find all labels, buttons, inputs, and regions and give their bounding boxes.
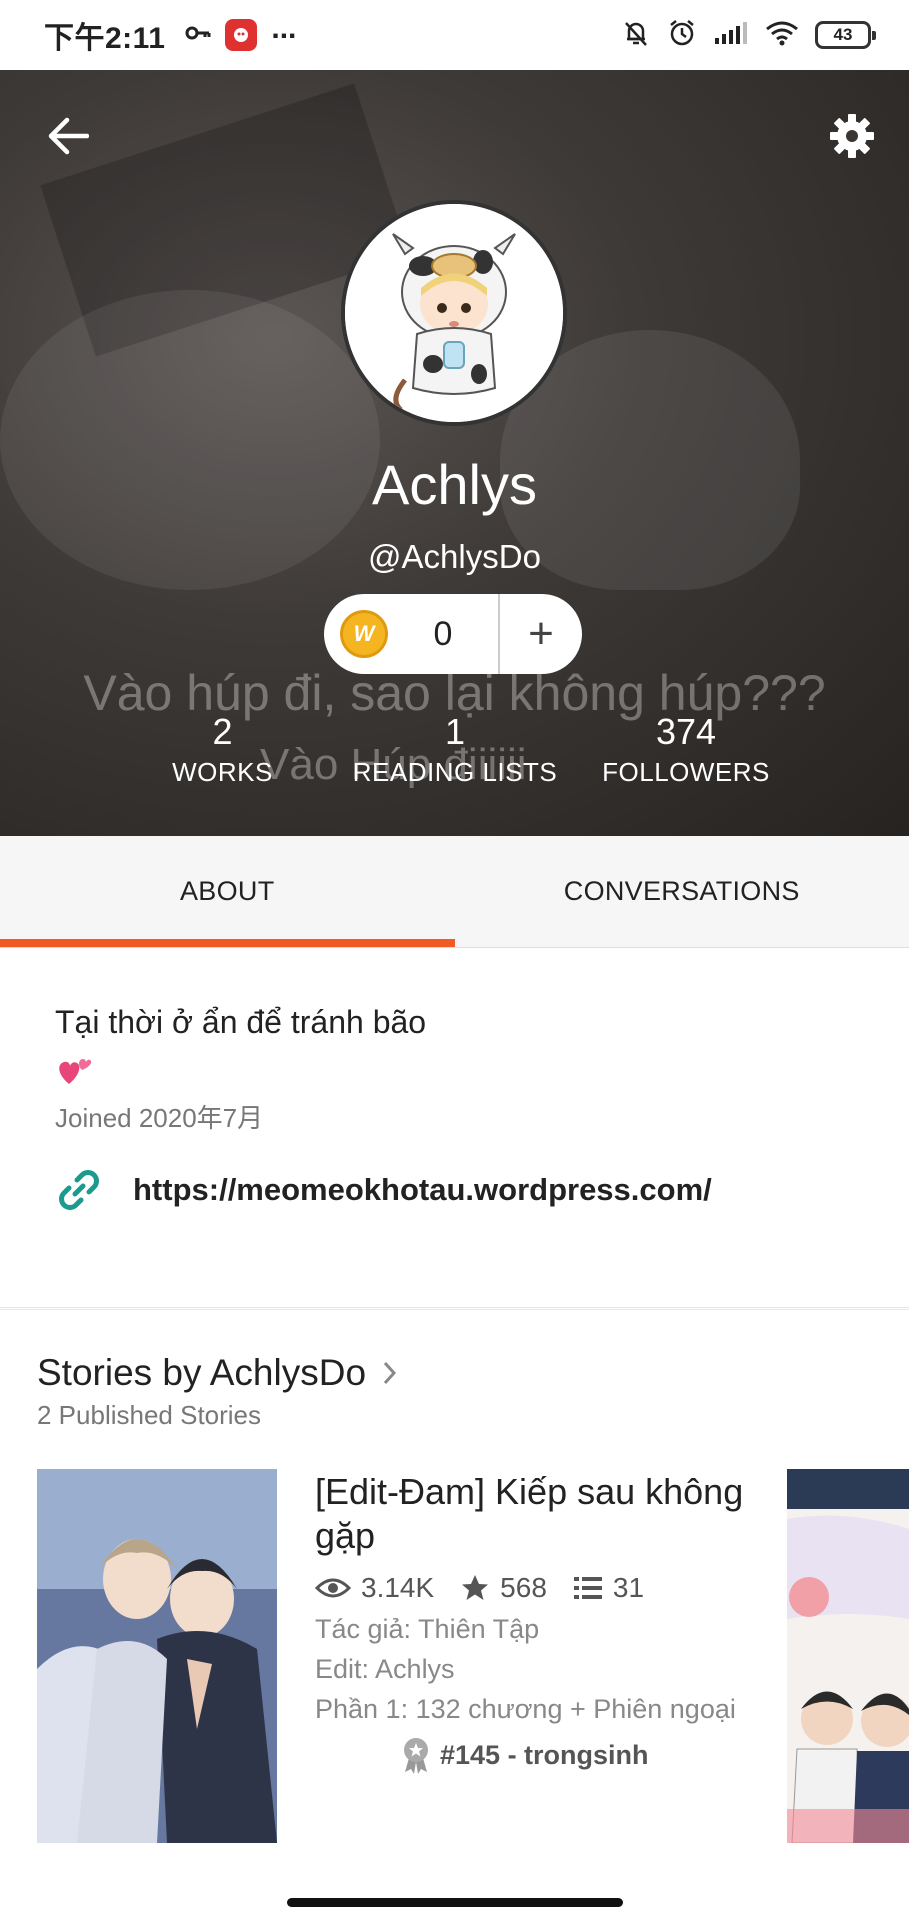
username: @AchlysDo [368,538,541,575]
stat-followers-label: FOLLOWERS [602,757,770,787]
stat-reading-lists-number: 1 [444,711,466,752]
second-story-cover-image [787,1469,909,1843]
avatar[interactable] [341,200,567,426]
story-stats: 3.14K 568 31 [315,1572,745,1604]
stories-header[interactable]: Stories by AchlysDo [37,1352,398,1394]
home-indicator[interactable] [287,1898,623,1907]
coin-count: 0 [433,614,453,653]
link-icon [59,1170,99,1210]
story-author: Tác giả: Thiên Tập [315,1614,540,1644]
eye-icon [315,1578,351,1598]
website-link[interactable]: https://meomeokhotau.wordpress.com/ [55,1166,712,1214]
stat-followers-number: 374 [655,711,717,752]
about-section: Tại thời ở ẩn để tránh bão Joined 2020年7… [0,948,909,1308]
story-parts-count: 31 [612,1572,645,1603]
profile-tabs: ABOUT CONVERSATIONS [0,836,909,948]
back-button[interactable] [40,108,96,164]
status-time: 下午2:11 [44,22,166,55]
profile-header: Vào húp đi, sao lại không húp??? Vào Húp… [0,70,909,836]
story-title[interactable]: [Edit-Đam] Kiếp sau không gặp [315,1470,745,1558]
stories-title: Stories by AchlysDo [37,1352,367,1393]
story-reads: 3.14K [315,1572,434,1604]
app-badge-icon [225,19,258,51]
story-editor: Edit: Achlys [315,1654,455,1684]
story-votes: 568 [460,1572,547,1604]
signal-icon [713,20,749,51]
ranking-badge-icon [404,1738,428,1774]
back-arrow-icon [48,117,89,155]
stat-followers[interactable]: 374 FOLLOWERS [592,710,780,790]
add-coins-button[interactable]: + [500,594,582,674]
more-dots-icon: ... [271,12,297,45]
joined-date: Joined 2020年7月 [55,1103,264,1133]
star-icon [462,1575,489,1600]
story-rank-text: #145 - trongsinh [440,1739,649,1770]
stories-section: Stories by AchlysDo 2 Published Stories … [0,1309,909,1884]
stat-works[interactable]: 2 WORKS [150,710,295,790]
tab-conversations[interactable]: CONVERSATIONS [455,836,909,947]
bio-text: Tại thời ở ẩn để tránh bão [55,1004,427,1040]
story-rank[interactable]: #145 - trongsinh [400,1736,745,1774]
story-parts: 31 [573,1572,644,1604]
mute-bell-icon [621,18,651,53]
stories-count: 2 Published Stories [37,1400,262,1430]
story-cover-image [37,1469,277,1843]
avatar-image [345,204,563,422]
second-story-cover[interactable] [787,1469,909,1843]
coin-icon: W [340,610,388,658]
key-icon [185,23,211,48]
alarm-icon [667,18,697,53]
battery-icon: 43 [815,21,876,49]
stat-works-label: WORKS [172,757,273,787]
status-bar: 下午2:11 ... 43 [0,0,909,70]
stat-reading-lists[interactable]: 1 READING LISTS [340,710,570,790]
tab-about[interactable]: ABOUT [0,836,455,947]
settings-button[interactable] [824,108,880,164]
stat-works-number: 2 [212,711,233,752]
two-hearts-icon [55,1054,93,1095]
website-url[interactable]: https://meomeokhotau.wordpress.com/ [133,1172,712,1208]
wifi-icon [765,20,799,51]
chevron-right-icon [383,1361,397,1385]
stat-reading-lists-label: READING LISTS [352,757,558,787]
story-cover[interactable] [37,1469,277,1843]
story-reads-count: 3.14K [361,1572,435,1603]
display-name: Achlys [372,453,537,516]
story-votes-count: 568 [500,1572,547,1603]
story-card[interactable]: [Edit-Đam] Kiếp sau không gặp 3.14K 568 … [315,1470,745,1774]
story-description: Phần 1: 132 chương + Phiên ngoại [315,1694,736,1724]
list-icon [573,1577,602,1599]
gear-icon [830,114,874,158]
coin-balance[interactable]: W 0 + [324,594,582,674]
